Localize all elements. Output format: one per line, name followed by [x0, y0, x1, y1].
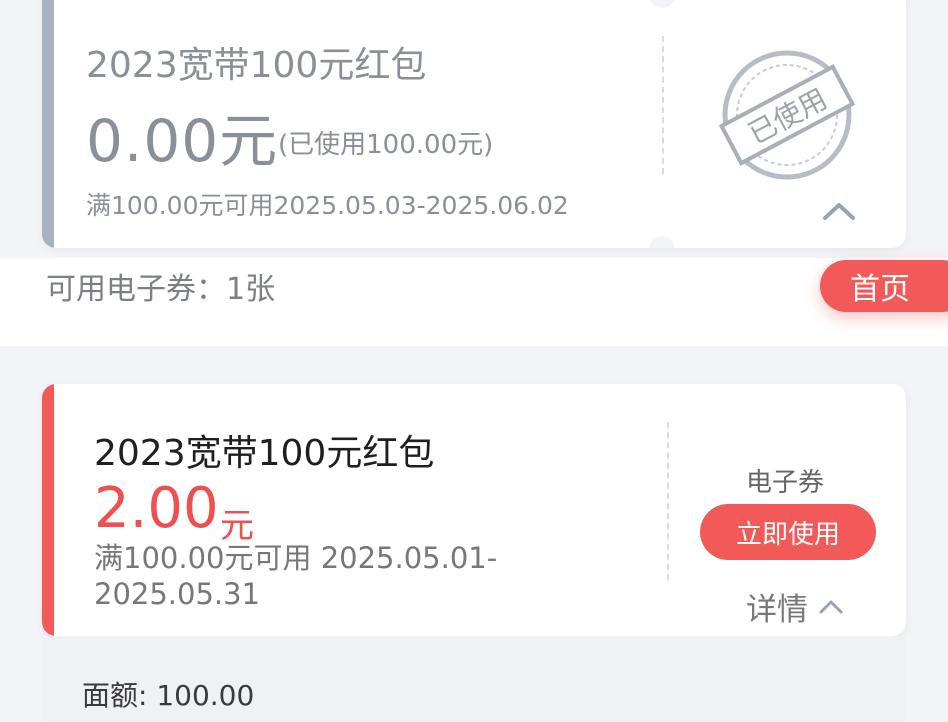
- active-coupon-divider: [667, 422, 669, 580]
- used-coupon-card: 2023宽带100元红包 0.00元 (已使用100.00元) 满100.00元…: [42, 0, 906, 248]
- used-coupon-condition: 满100.00元可用2025.05.03-2025.06.02: [86, 191, 569, 220]
- used-stamp-icon: 已使用: [718, 50, 856, 180]
- active-coupon-amount: 2.00: [94, 476, 219, 541]
- details-label: 详情: [746, 592, 808, 628]
- active-coupon-condition: 满100.00元可用 2025.05.01-2025.05.31: [94, 541, 498, 611]
- active-coupon-title: 2023宽带100元红包: [94, 433, 435, 474]
- active-coupon-stripe: [42, 384, 54, 636]
- details-toggle[interactable]: 详情: [746, 584, 844, 629]
- coupon-details-panel: 面额: 100.00: [42, 636, 906, 722]
- home-button[interactable]: 首页: [820, 260, 948, 312]
- used-coupon-divider: [662, 36, 664, 174]
- chevron-up-icon[interactable]: [822, 201, 856, 221]
- face-value-text: 面额: 100.00: [82, 679, 255, 712]
- used-coupon-notch-bottom: [649, 236, 675, 248]
- available-count-label: 可用电子券：1张: [46, 272, 276, 307]
- chevron-up-icon: [819, 600, 843, 613]
- used-coupon-title: 2023宽带100元红包: [86, 45, 427, 86]
- active-coupon-card: 2023宽带100元红包 2.00 元 满100.00元可用 2025.05.0…: [42, 384, 906, 636]
- used-coupon-notch-top: [649, 0, 675, 8]
- used-coupon-used-detail: (已使用100.00元): [278, 130, 494, 160]
- use-now-button[interactable]: 立即使用: [700, 504, 876, 560]
- used-coupon-amount: 0.00元: [86, 107, 279, 175]
- coupon-type-label: 电子券: [746, 468, 825, 498]
- used-coupon-stripe: [42, 0, 54, 248]
